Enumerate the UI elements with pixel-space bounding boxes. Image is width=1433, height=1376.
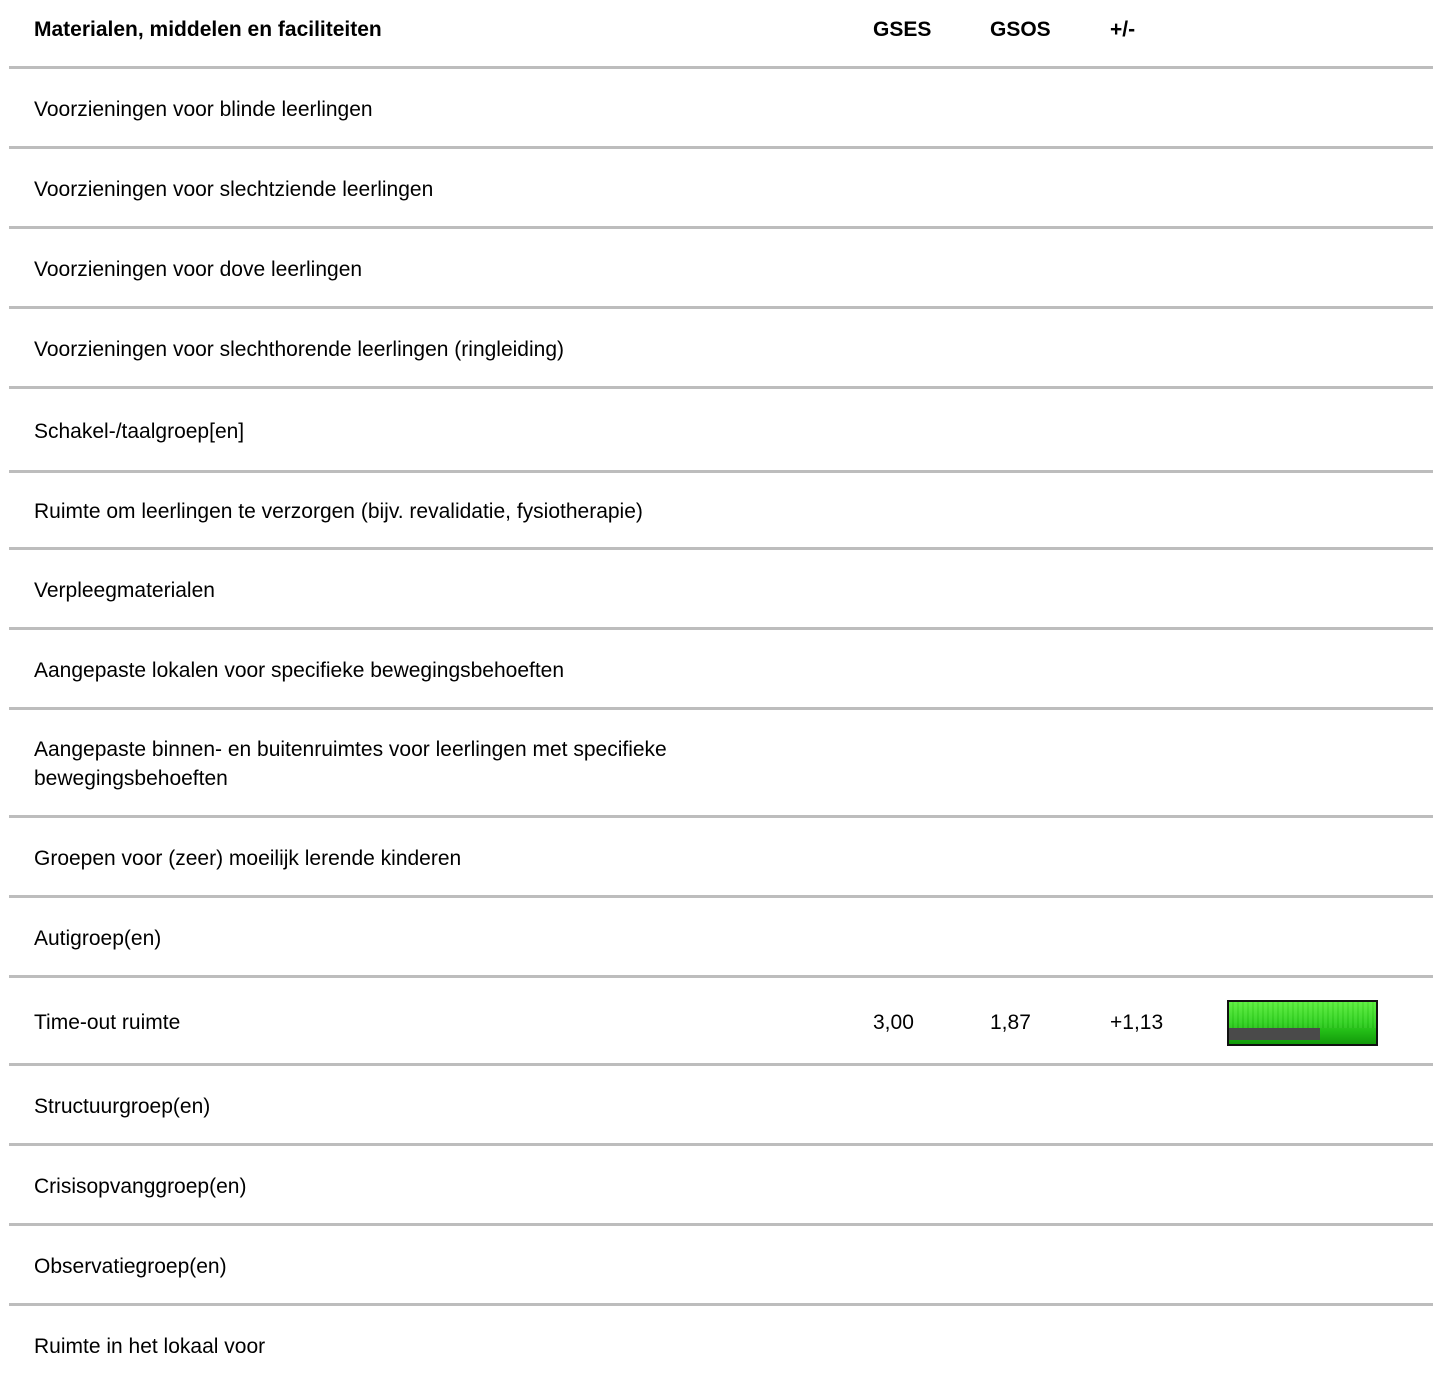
row-label: Voorzieningen voor slechthorende leerlin… — [34, 338, 565, 361]
row-label: Groepen voor (zeer) moeilijk lerende kin… — [34, 847, 462, 870]
value-diff: +1,13 — [1110, 1011, 1164, 1034]
table-row: Structuurgroep(en) — [9, 1066, 1433, 1146]
table-row: Schakel-/taalgroep[en] — [9, 389, 1433, 473]
row-label: Aangepaste binnen- en buitenruimtes voor… — [34, 738, 667, 790]
table-row: Aangepaste lokalen voor specifieke beweg… — [9, 630, 1433, 710]
table-row: Autigroep(en) — [9, 898, 1433, 978]
row-label: Voorzieningen voor slechtziende leerling… — [34, 178, 434, 201]
row-label: Observatiegroep(en) — [34, 1255, 227, 1278]
row-label: Voorzieningen voor dove leerlingen — [34, 258, 363, 281]
row-label: Autigroep(en) — [34, 927, 162, 950]
table-header: Materialen, middelen en faciliteiten GSE… — [9, 0, 1433, 69]
table-row: Time-out ruimte 3,00 1,87 +1,13 — [9, 978, 1433, 1066]
table-row: Crisisopvanggroep(en) — [9, 1146, 1433, 1226]
facilities-table: Materialen, middelen en faciliteiten GSE… — [0, 0, 1433, 1376]
score-bar — [1227, 1000, 1378, 1046]
score-bar-gses — [1229, 1002, 1376, 1028]
table-row: Voorzieningen voor slechthorende leerlin… — [9, 309, 1433, 389]
column-header-gses: GSES — [873, 18, 932, 41]
value-gses: 3,00 — [873, 1011, 914, 1034]
row-label: Crisisopvanggroep(en) — [34, 1175, 247, 1198]
row-label: Ruimte om leerlingen te verzorgen (bijv.… — [34, 500, 643, 523]
row-label: Verpleegmaterialen — [34, 579, 215, 602]
row-label: Time-out ruimte — [34, 1011, 181, 1034]
column-header-gsos: GSOS — [990, 18, 1051, 41]
table-row: Ruimte in het lokaal voor — [9, 1306, 1433, 1376]
table-row: Aangepaste binnen- en buitenruimtes voor… — [9, 710, 1433, 818]
table-row: Observatiegroep(en) — [9, 1226, 1433, 1306]
row-label: Aangepaste lokalen voor specifieke beweg… — [34, 659, 565, 682]
row-label: Schakel-/taalgroep[en] — [34, 420, 245, 443]
value-gsos: 1,87 — [990, 1011, 1031, 1034]
table-row: Voorzieningen voor slechtziende leerling… — [9, 149, 1433, 229]
row-label: Voorzieningen voor blinde leerlingen — [34, 98, 373, 121]
column-header-diff: +/- — [1110, 18, 1136, 41]
table-row: Voorzieningen voor blinde leerlingen — [9, 69, 1433, 149]
table-row: Ruimte om leerlingen te verzorgen (bijv.… — [9, 473, 1433, 550]
table-title: Materialen, middelen en faciliteiten — [34, 18, 382, 41]
row-label: Structuurgroep(en) — [34, 1095, 211, 1118]
table-row: Groepen voor (zeer) moeilijk lerende kin… — [9, 818, 1433, 898]
table-row: Verpleegmaterialen — [9, 550, 1433, 630]
score-bar-gsos — [1229, 1028, 1320, 1040]
row-label: Ruimte in het lokaal voor — [34, 1335, 266, 1358]
table-row: Voorzieningen voor dove leerlingen — [9, 229, 1433, 309]
